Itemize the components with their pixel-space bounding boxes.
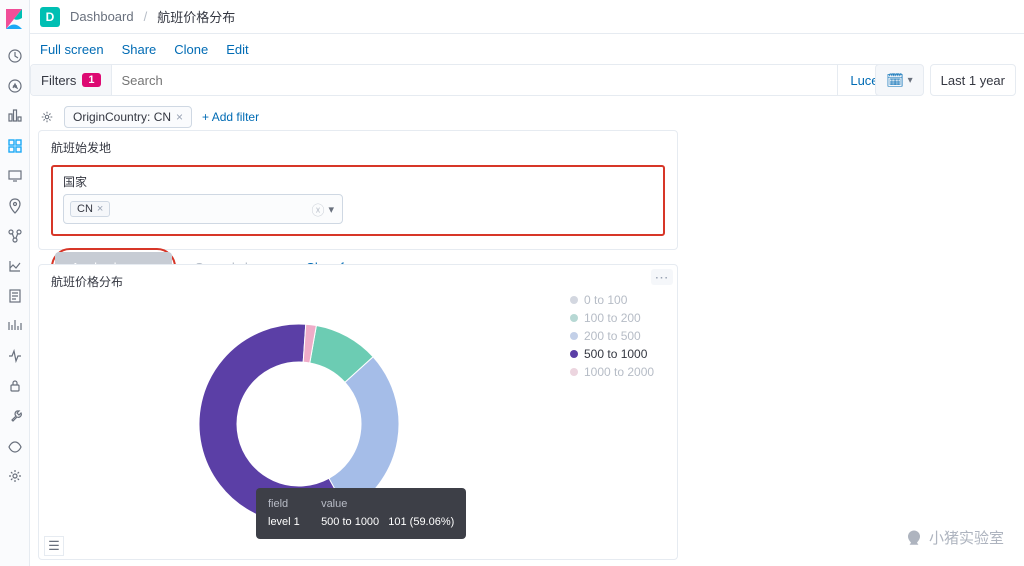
- legend-dot-icon: [570, 314, 578, 322]
- date-range-button[interactable]: Last 1 year: [930, 64, 1016, 96]
- list-toggle-icon[interactable]: ☰: [44, 536, 64, 556]
- siem-icon[interactable]: [7, 378, 23, 394]
- close-icon[interactable]: ×: [176, 110, 183, 124]
- chevron-down-icon[interactable]: ▾: [328, 203, 334, 216]
- legend-label: 1000 to 2000: [584, 365, 654, 379]
- legend-item[interactable]: 500 to 1000: [570, 347, 654, 361]
- legend-dot-icon: [570, 296, 578, 304]
- filters-label: Filters: [41, 73, 76, 88]
- monitoring-icon[interactable]: [7, 438, 23, 454]
- fullscreen-link[interactable]: Full screen: [40, 42, 104, 57]
- calendar-icon: 🗓: [886, 72, 904, 89]
- filter-pill-text: OriginCountry: CN: [73, 110, 171, 124]
- legend-label: 100 to 200: [584, 311, 641, 325]
- search-input[interactable]: [112, 65, 838, 95]
- apm-icon[interactable]: [7, 318, 23, 334]
- panel-options-icon[interactable]: ⋯: [651, 269, 673, 285]
- chevron-down-icon: ▾: [908, 75, 913, 86]
- clear-icon[interactable]: ⓧ: [311, 200, 324, 219]
- country-combobox[interactable]: CN × ⓧ ▾: [63, 194, 343, 224]
- country-label: 国家: [63, 173, 653, 190]
- dashboard-actions: Full screen Share Clone Edit: [30, 34, 1024, 64]
- calendar-button[interactable]: 🗓 ▾: [875, 64, 923, 96]
- filters-button[interactable]: Filters 1: [31, 65, 112, 95]
- controls-panel-title: 航班始发地: [39, 131, 677, 160]
- watermark-text: 小猪实验室: [929, 527, 1004, 548]
- add-filter-button[interactable]: + Add filter: [202, 110, 259, 124]
- legend-label: 200 to 500: [584, 329, 641, 343]
- share-link[interactable]: Share: [122, 42, 157, 57]
- filters-count-badge: 1: [82, 73, 100, 87]
- ml-icon[interactable]: [7, 228, 23, 244]
- tooltip-header-field: field: [268, 496, 312, 514]
- visualize-icon[interactable]: [7, 108, 23, 124]
- dev-icon[interactable]: [7, 408, 23, 424]
- maps-icon[interactable]: [7, 198, 23, 214]
- breadcrumb-current: 航班价格分布: [157, 7, 235, 26]
- tooltip-bucket: 500 to 1000: [321, 516, 379, 528]
- canvas-icon[interactable]: [7, 168, 23, 184]
- tooltip-field: level 1: [268, 514, 312, 532]
- clone-link[interactable]: Clone: [174, 42, 208, 57]
- logs-icon[interactable]: [7, 288, 23, 304]
- price-panel-title: 航班价格分布: [39, 265, 677, 294]
- chart-tooltip: field value level 1 500 to 1000 101 (59.…: [256, 488, 466, 539]
- metrics-icon[interactable]: [7, 258, 23, 274]
- chart-legend: 0 to 100 100 to 200 200 to 500 500 to 1000 1…: [570, 293, 654, 383]
- app-sidebar: [0, 0, 30, 566]
- legend-item[interactable]: 1000 to 2000: [570, 365, 654, 379]
- uptime-icon[interactable]: [7, 348, 23, 364]
- tooltip-count: 101 (59.06%): [388, 516, 454, 528]
- legend-dot-icon: [570, 368, 578, 376]
- legend-dot-icon: [570, 332, 578, 340]
- close-icon[interactable]: ×: [97, 203, 103, 215]
- breadcrumb-root[interactable]: Dashboard: [70, 9, 134, 24]
- country-control-highlight: 国家 CN × ⓧ ▾: [51, 165, 665, 236]
- dashboard-icon[interactable]: [7, 138, 23, 154]
- kibana-logo-icon[interactable]: [4, 8, 26, 30]
- legend-item[interactable]: 0 to 100: [570, 293, 654, 307]
- legend-dot-icon: [570, 350, 578, 358]
- country-chip-text: CN: [77, 203, 93, 215]
- filter-settings-icon[interactable]: [40, 110, 54, 124]
- watermark: 小猪实验室: [905, 527, 1004, 548]
- recent-icon[interactable]: [7, 48, 23, 64]
- filter-pill-row: OriginCountry: CN × + Add filter: [30, 100, 1016, 134]
- country-chip[interactable]: CN ×: [70, 201, 110, 217]
- legend-item[interactable]: 100 to 200: [570, 311, 654, 325]
- query-bar: Filters 1 Lucene: [30, 64, 906, 96]
- breadcrumb-bar: D Dashboard / 航班价格分布: [30, 0, 1024, 34]
- controls-panel: 航班始发地 国家 CN × ⓧ ▾ Apply changes Cancel c…: [38, 130, 678, 250]
- tooltip-header-value: value: [321, 496, 347, 514]
- discover-icon[interactable]: [7, 78, 23, 94]
- breadcrumb-separator: /: [144, 9, 148, 24]
- legend-label: 0 to 100: [584, 293, 627, 307]
- legend-label: 500 to 1000: [584, 347, 647, 361]
- edit-link[interactable]: Edit: [226, 42, 248, 57]
- time-picker: 🗓 ▾ Last 1 year: [875, 64, 1016, 96]
- dashboard-badge-icon: D: [40, 7, 60, 27]
- management-icon[interactable]: [7, 468, 23, 484]
- filter-pill[interactable]: OriginCountry: CN ×: [64, 106, 192, 128]
- legend-item[interactable]: 200 to 500: [570, 329, 654, 343]
